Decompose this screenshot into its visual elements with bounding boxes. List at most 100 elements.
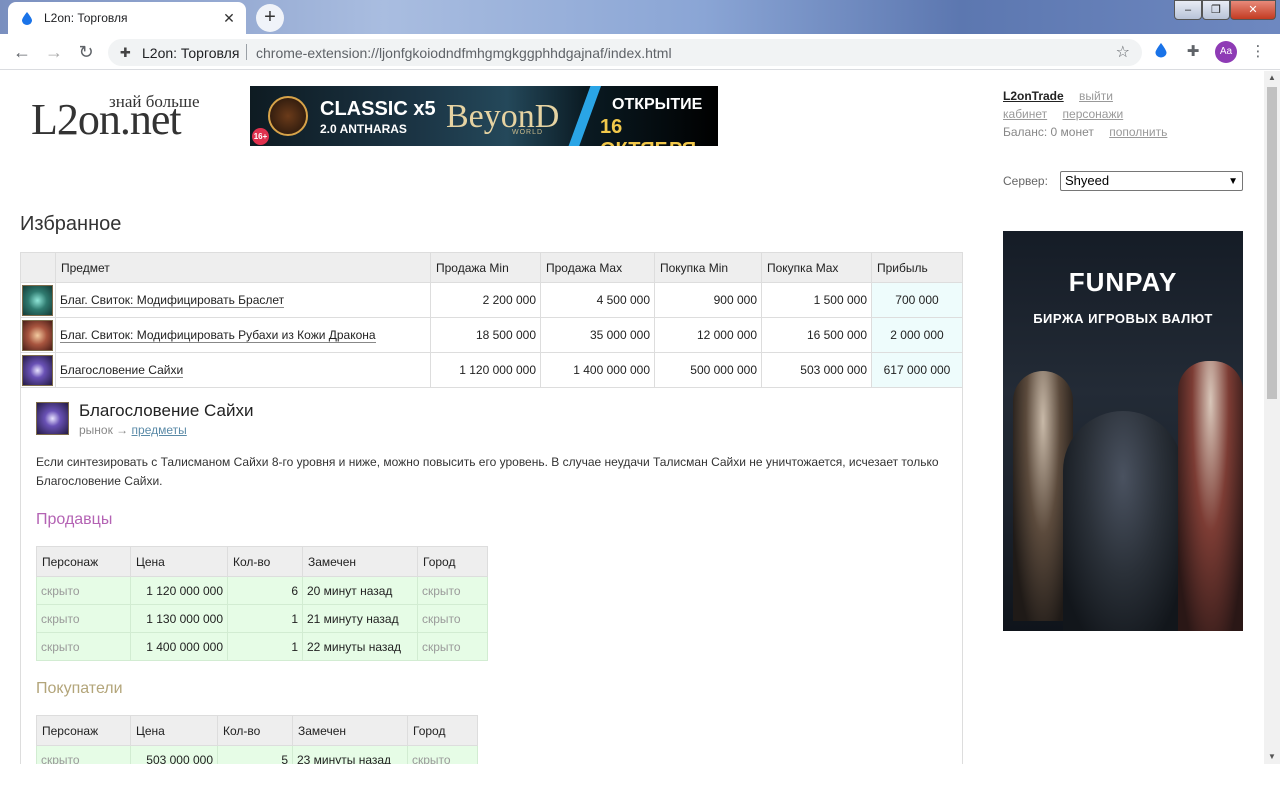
item-link[interactable]: Благ. Свиток: Модифицировать Браслет — [60, 293, 285, 308]
item-name-cell: Благ. Свиток: Модифицировать Браслет — [55, 282, 431, 318]
new-tab-button[interactable]: + — [256, 4, 284, 32]
saiha-blessing-icon[interactable] — [22, 354, 53, 386]
drop-icon — [1155, 43, 1167, 58]
extension-drop-icon[interactable] — [1151, 42, 1171, 62]
column-header[interactable]: Город — [417, 546, 488, 577]
item-detail-panel: Благословение Сайхи рынок → предметы Есл… — [20, 387, 963, 764]
address-bar[interactable]: ✚ L2on: Торговля chrome-extension://ljon… — [108, 39, 1142, 66]
profit-cell: 2 000 000 — [871, 317, 963, 353]
bookmark-star-icon[interactable]: ☆ — [1116, 42, 1130, 62]
buy-min-cell: 12 000 000 — [654, 317, 762, 353]
scroll-bracelet-icon[interactable] — [22, 284, 53, 316]
column-header[interactable]: Кол-во — [227, 546, 303, 577]
window-close-button[interactable]: ✕ — [1230, 0, 1276, 20]
buy-max-cell: 1 500 000 — [761, 282, 872, 318]
item-link[interactable]: Благ. Свиток: Модифицировать Рубахи из К… — [60, 328, 376, 343]
quantity-cell: 5 — [217, 745, 293, 764]
column-header[interactable]: Цена — [130, 715, 218, 746]
funpay-logo: FUNPAY — [1068, 267, 1178, 297]
buy-max-cell: 16 500 000 — [761, 317, 872, 353]
column-header[interactable]: Прибыль — [871, 252, 963, 283]
site-logo[interactable]: L2on.net знай больше — [31, 91, 211, 143]
buy-min-cell: 500 000 000 — [654, 352, 762, 388]
funpay-ad[interactable]: FUNPAY БИРЖА ИГРОВЫХ ВАЛЮТ — [1003, 231, 1243, 631]
scroll-shirt-icon[interactable] — [22, 319, 53, 351]
back-arrow-icon[interactable]: ← — [10, 40, 34, 64]
minimize-button[interactable]: – — [1174, 0, 1202, 20]
scroll-up-arrow-icon[interactable]: ▲ — [1264, 71, 1280, 85]
item-description: Если синтезировать с Талисманом Сайхи 8-… — [36, 455, 939, 488]
column-header[interactable]: Кол-во — [217, 715, 293, 746]
seen-cell: 20 минут назад — [302, 576, 418, 605]
breadcrumb-items-link[interactable]: предметы — [132, 423, 187, 437]
logo-subtitle: знай больше — [109, 92, 200, 111]
character-cell: скрыто — [36, 632, 131, 661]
extensions-icon[interactable]: ✚ — [1183, 42, 1203, 62]
server-selected-value: Shyeed — [1065, 173, 1110, 188]
buy-min-cell: 900 000 — [654, 282, 762, 318]
url-text[interactable]: chrome-extension://ljonfgkoiodndfmhgmgkg… — [256, 45, 672, 61]
sell-max-cell: 1 400 000 000 — [540, 352, 655, 388]
column-header[interactable]: Покупка Max — [761, 252, 872, 283]
ad-werewolf-figure — [1063, 411, 1183, 631]
column-header[interactable]: Продажа Max — [540, 252, 655, 283]
column-header[interactable]: Цена — [130, 546, 228, 577]
table-row: скрыто 1 120 000 000 6 20 минут назад ск… — [36, 576, 488, 605]
profit-cell: 700 000 — [871, 282, 963, 318]
maximize-button[interactable]: ❐ — [1202, 0, 1230, 20]
column-header[interactable]: Замечен — [302, 546, 418, 577]
sellers-table: Персонаж Цена Кол-во Замечен Город скрыт… — [36, 546, 488, 661]
table-row: скрыто 1 400 000 000 1 22 минуты назад с… — [36, 632, 488, 661]
menu-dots-icon[interactable]: ⋮ — [1248, 42, 1268, 62]
funpay-tagline: БИРЖА ИГРОВЫХ ВАЛЮТ — [1033, 311, 1213, 326]
tab-close-icon[interactable]: ✕ — [220, 9, 238, 27]
column-header[interactable]: Персонаж — [36, 715, 131, 746]
saiha-blessing-icon — [36, 402, 69, 435]
buy-max-cell: 503 000 000 — [761, 352, 872, 388]
item-link[interactable]: Благословение Сайхи — [60, 363, 184, 378]
classic-banner-ad[interactable]: 16+ CLASSIC x5 2.0 ANTHARAS BeyonD WORLD… — [250, 86, 718, 146]
logout-link[interactable]: выйти — [1079, 89, 1113, 103]
character-cell: скрыто — [36, 745, 131, 764]
price-cell: 503 000 000 — [130, 745, 218, 764]
column-header[interactable]: Замечен — [292, 715, 408, 746]
server-label: Сервер: — [1003, 174, 1048, 188]
server-select[interactable]: Shyeed ▼ — [1060, 171, 1243, 191]
column-header[interactable]: Покупка Min — [654, 252, 762, 283]
column-header[interactable]: Предмет — [55, 252, 431, 283]
city-cell: скрыто — [417, 632, 488, 661]
topup-link[interactable]: пополнить — [1109, 125, 1167, 139]
scroll-down-arrow-icon[interactable]: ▼ — [1264, 750, 1280, 764]
tab-title: L2on: Торговля — [44, 11, 128, 25]
cabinet-link[interactable]: кабинет — [1003, 107, 1047, 121]
scrollbar-thumb[interactable] — [1267, 87, 1277, 399]
item-icon-cell — [20, 282, 56, 318]
banner-version-text: 2.0 ANTHARAS — [320, 122, 407, 136]
item-name-cell: Благ. Свиток: Модифицировать Рубахи из К… — [55, 317, 431, 353]
price-cell: 1 130 000 000 — [130, 604, 228, 633]
browser-titlebar: L2on: Торговля ✕ + – ❐ ✕ — [0, 0, 1280, 34]
vertical-scrollbar[interactable]: ▲ ▼ — [1264, 71, 1280, 764]
chevron-down-icon: ▼ — [1228, 176, 1238, 187]
table-row: Благословение Сайхи 1 120 000 000 1 400 … — [20, 352, 963, 388]
table-header-row: Персонаж Цена Кол-во Замечен Город — [36, 546, 488, 577]
column-header[interactable]: Персонаж — [36, 546, 131, 577]
table-header-row: Персонаж Цена Кол-во Замечен Город — [36, 715, 478, 746]
username-link[interactable]: L2onTrade — [1003, 89, 1064, 103]
characters-link[interactable]: персонажи — [1063, 107, 1124, 121]
table-row: скрыто 1 130 000 000 1 21 минуту назад с… — [36, 604, 488, 633]
seen-cell: 21 минуту назад — [302, 604, 418, 633]
column-header[interactable]: Город — [407, 715, 478, 746]
buyers-heading: Покупатели — [36, 680, 123, 697]
profile-avatar[interactable]: Aa — [1215, 41, 1237, 63]
reload-icon[interactable]: ↻ — [74, 40, 98, 64]
banner-date-text: 16 ОКТЯБРЯ — [600, 116, 696, 146]
banner-slash-decoration — [562, 86, 604, 146]
column-header[interactable]: Продажа Min — [430, 252, 541, 283]
item-icon-cell — [20, 352, 56, 388]
user-panel: L2onTrade выйти кабинет персонажи Баланс… — [1003, 87, 1243, 141]
browser-tab[interactable]: L2on: Торговля ✕ — [8, 2, 246, 34]
city-cell: скрыто — [417, 604, 488, 633]
forward-arrow-icon[interactable]: → — [42, 40, 66, 64]
breadcrumb-prefix: рынок → — [79, 423, 129, 437]
